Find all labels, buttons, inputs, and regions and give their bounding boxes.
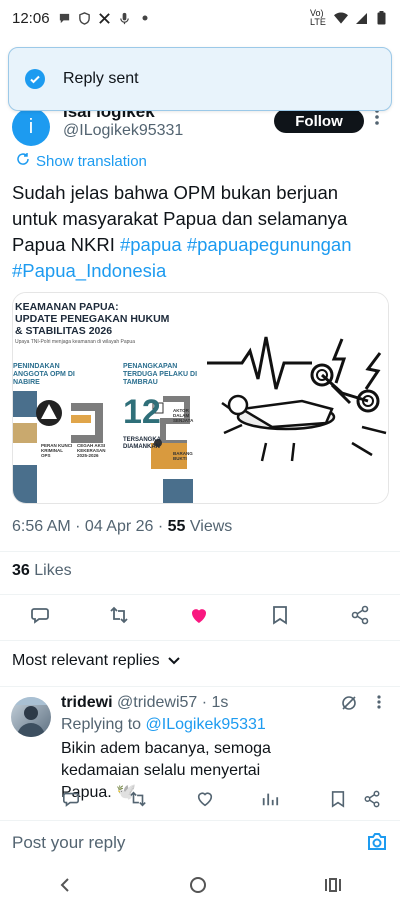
divider (0, 551, 400, 552)
replying-prefix: Replying to (61, 716, 146, 733)
system-nav-bar (0, 864, 400, 911)
reply-action-bar (0, 788, 400, 810)
infographic-col2-a: AKTOR DALAM SENJATA (173, 408, 194, 423)
notification-icons (58, 11, 152, 25)
reply-item[interactable]: tridewi @tridewi57 · 1s Replying to @ILo… (0, 690, 400, 820)
sort-replies-dropdown[interactable]: Most relevant replies (12, 652, 180, 670)
battery-icon (374, 11, 388, 25)
infographic-col1-b: CEGAH AKSI KEKERASAN 2025-2026 (77, 443, 106, 458)
infographic-left-heading: PENINDAKAN ANGGOTA OPM DI NABIRE (13, 363, 75, 386)
infographic-big-number: 12 (123, 393, 161, 431)
sort-label: Most relevant replies (12, 652, 160, 669)
repost-icon[interactable] (107, 603, 131, 627)
likes-stat[interactable]: 36 Likes (12, 562, 72, 580)
reply-icon[interactable] (28, 603, 52, 627)
accident-illustration (207, 336, 387, 462)
translate-icon (16, 152, 30, 170)
likes-count: 36 (12, 562, 30, 579)
reply-input[interactable]: Post your reply (12, 833, 125, 853)
recents-icon[interactable] (324, 877, 342, 898)
tweet-timestamp: 6:56 AM · 04 Apr 26 · (12, 518, 168, 535)
hashtag-papuapegunungan[interactable]: #papuapegunungan (187, 234, 352, 255)
infographic-big-number-label: TERSANGKA DIAMANKAN (123, 437, 161, 450)
divider (0, 640, 400, 641)
views-icon[interactable] (258, 787, 282, 811)
wifi-icon (334, 11, 348, 25)
like-icon[interactable] (193, 787, 217, 811)
divider (0, 686, 400, 687)
reply-icon[interactable] (59, 787, 83, 811)
hashtag-papua-indonesia[interactable]: #Papua_Indonesia (12, 260, 166, 281)
reply-sent-toast: Reply sent (8, 47, 392, 111)
infographic-image[interactable]: KEAMANAN PAPUA: UPDATE PENEGAKAN HUKUM &… (13, 293, 199, 503)
status-bar: 12:06 Vo) LTE (0, 0, 400, 36)
infographic-col2-b: BARANG BUKTI (173, 451, 193, 461)
x-logo-icon (98, 11, 112, 25)
more-options-icon[interactable] (374, 108, 380, 131)
infographic-col1-a: PERAN KUNCI KRIMINAL OPS (41, 443, 73, 458)
show-translation-label: Show translation (36, 152, 147, 170)
chat-bubble-icon (58, 11, 72, 25)
edit-icon[interactable] (340, 694, 358, 717)
dot-icon (138, 11, 152, 25)
reply-handle-time: @tridewi57 · 1s (117, 694, 229, 711)
author-avatar[interactable]: i (12, 108, 50, 146)
shield-icon (78, 11, 92, 25)
share-icon[interactable] (360, 787, 384, 811)
toast-message: Reply sent (63, 70, 139, 87)
reply-more-options-icon[interactable] (376, 694, 382, 715)
infographic-title-3: & STABILITAS 2026 (15, 325, 113, 337)
repost-icon[interactable] (126, 787, 150, 811)
author-handle[interactable]: @ILogikek95331 (63, 122, 183, 140)
divider (0, 594, 400, 595)
checkmark-icon (25, 69, 45, 89)
reply-author-name[interactable]: tridewi (61, 694, 113, 711)
home-icon[interactable] (189, 876, 207, 899)
tweet-media: KEAMANAN PAPUA: UPDATE PENEGAKAN HUKUM &… (12, 292, 389, 504)
tweet-meta: 6:56 AM · 04 Apr 26 · 55 Views (12, 518, 232, 536)
tweet-action-bar (0, 603, 400, 631)
system-status: Vo) LTE (310, 9, 388, 27)
views-count: 55 (167, 518, 186, 535)
hashtag-papua[interactable]: #papua (120, 234, 182, 255)
signal-icon (354, 11, 368, 25)
likes-label: Likes (29, 562, 72, 579)
status-time: 12:06 (12, 9, 50, 27)
views-label: Views (185, 518, 233, 535)
network-label: Vo) LTE (310, 8, 326, 27)
show-translation-link[interactable]: Show translation (16, 152, 147, 170)
like-icon[interactable] (187, 603, 211, 627)
follow-button[interactable]: Follow (274, 109, 364, 133)
avatar-letter: i (28, 115, 34, 138)
infographic-intro: Upaya TNI-Polri menjaga keamanan di wila… (15, 339, 135, 345)
infographic-title-2: UPDATE PENEGAKAN HUKUM (15, 313, 170, 325)
camera-icon[interactable] (366, 831, 388, 853)
microphone-icon (118, 11, 132, 25)
illustration-image[interactable] (202, 293, 388, 503)
replying-to: Replying to @ILogikek95331 (61, 716, 266, 734)
reply-author: tridewi @tridewi57 · 1s (61, 694, 228, 712)
reply-composer[interactable]: Post your reply (0, 820, 400, 864)
tweet-text: Sudah jelas bahwa OPM bukan berjuan untu… (12, 180, 388, 284)
share-icon[interactable] (348, 603, 372, 627)
back-icon[interactable] (58, 877, 72, 898)
replying-handle[interactable]: @ILogikek95331 (146, 716, 266, 733)
infographic-title-1: KEAMANAN PAPUA: (15, 301, 119, 313)
bookmark-icon[interactable] (268, 603, 292, 627)
reply-avatar[interactable] (11, 697, 51, 737)
chevron-down-icon (167, 652, 180, 670)
bookmark-icon[interactable] (326, 787, 350, 811)
infographic-right-heading: PENANGKAPAN TERDUGA PELAKU DI TAMBRAU (123, 363, 198, 386)
